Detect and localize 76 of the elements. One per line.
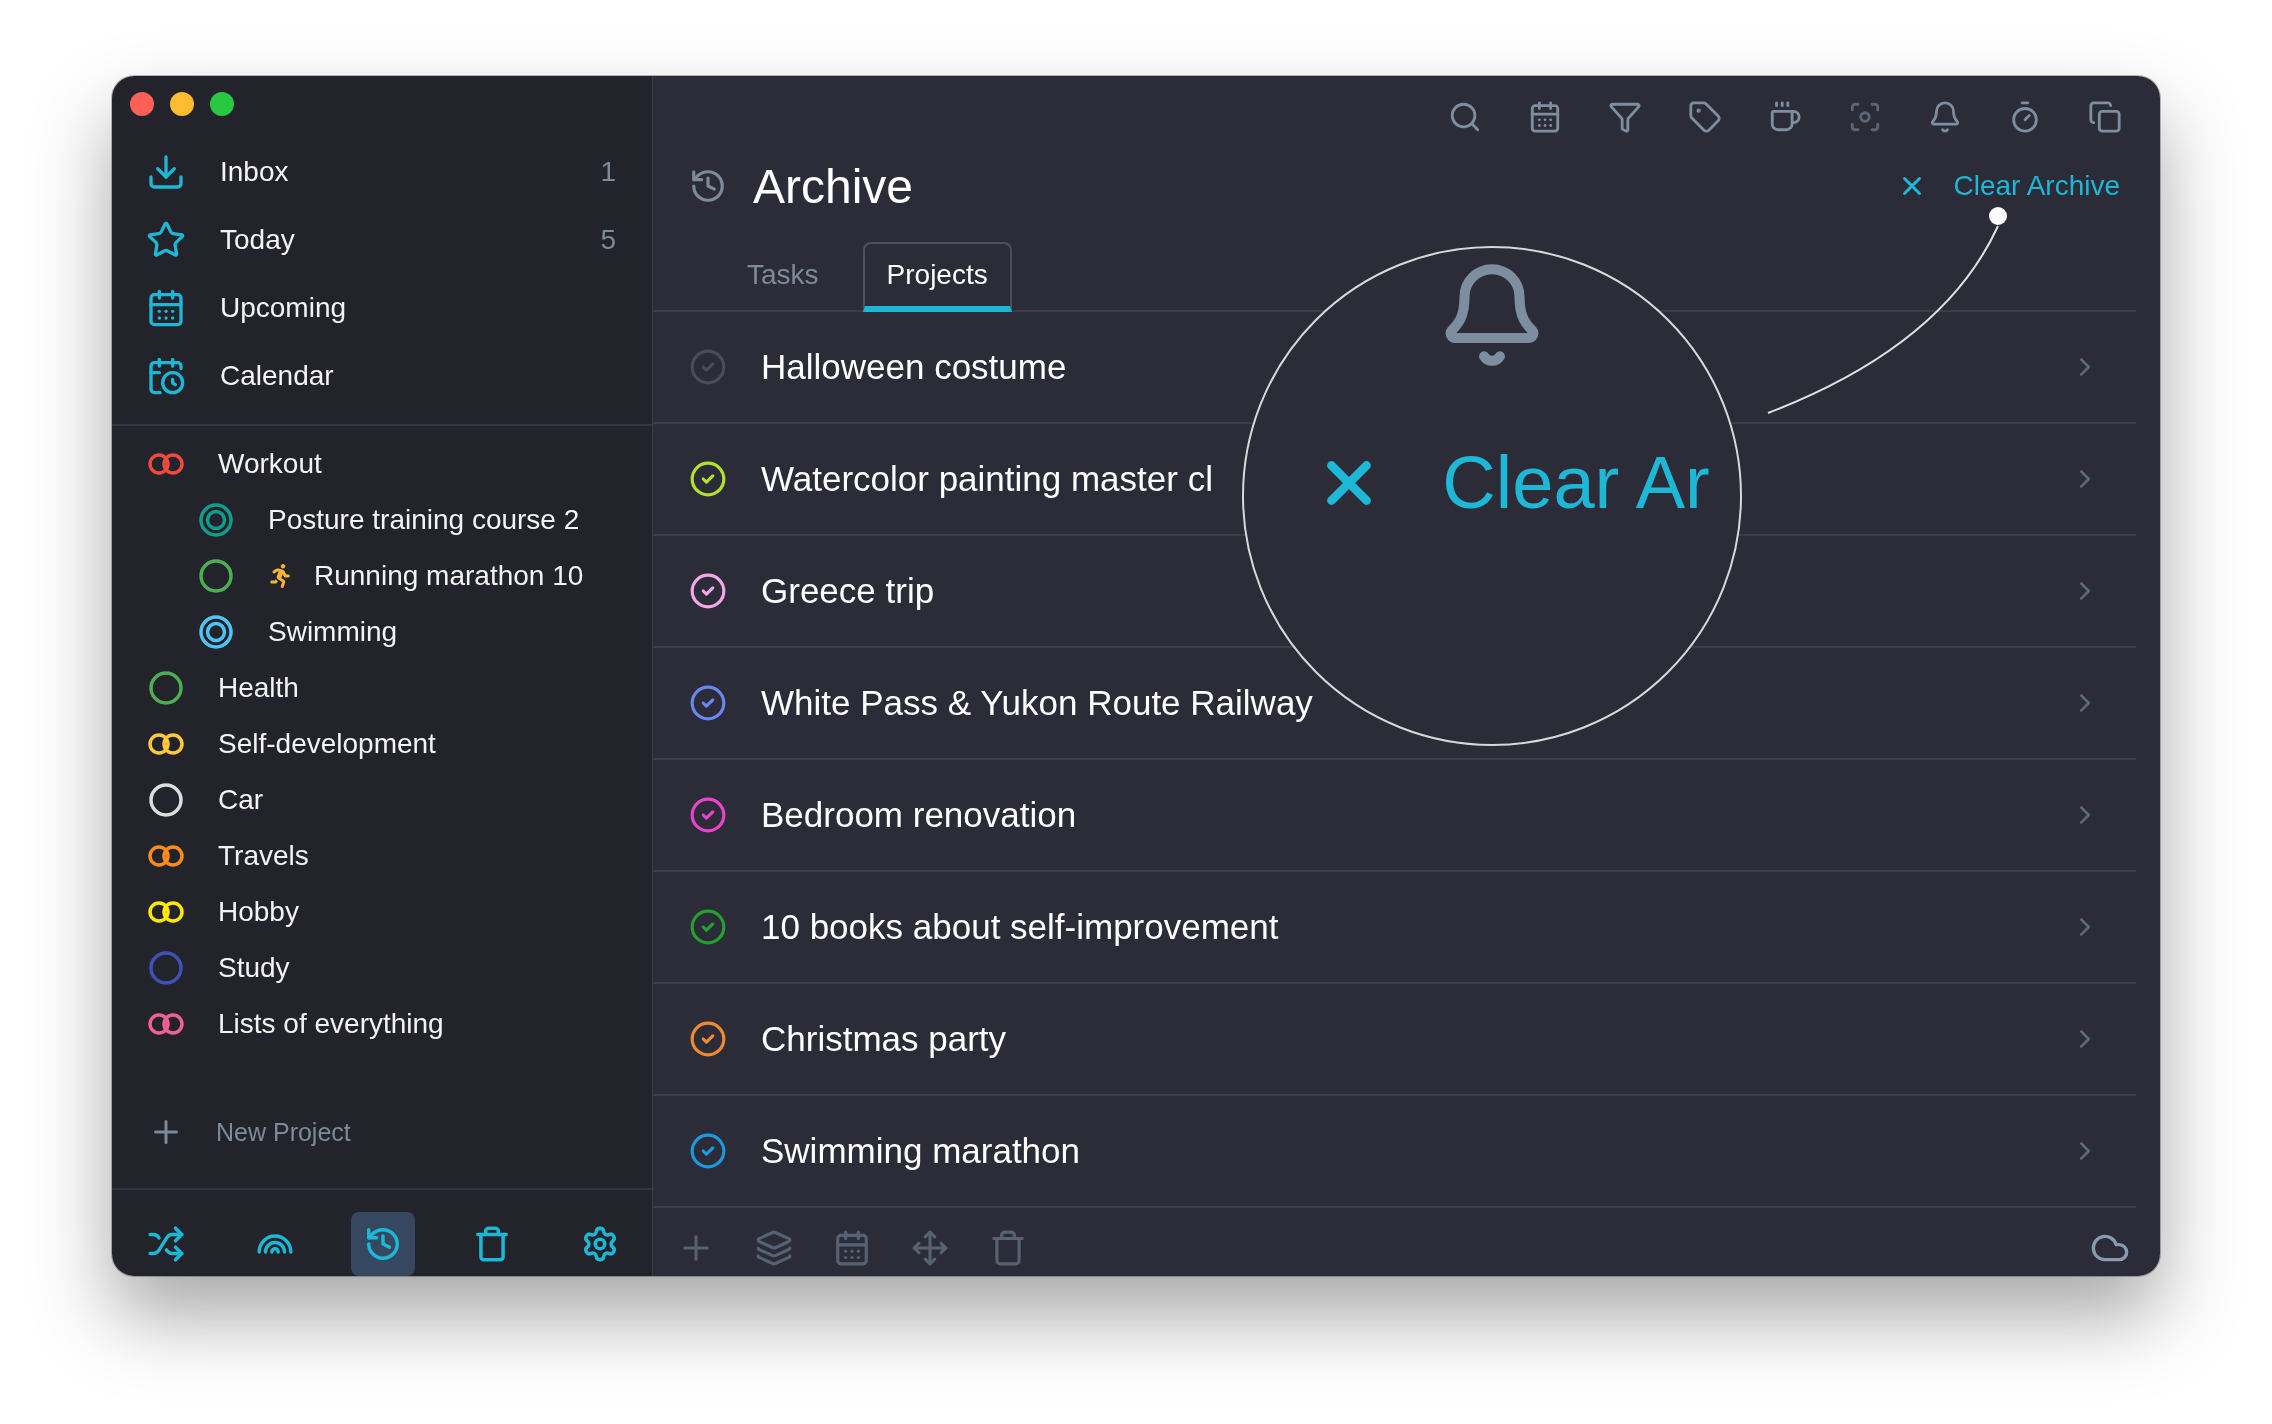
- project-name: Car: [218, 784, 264, 816]
- nav-label: Inbox: [220, 156, 289, 188]
- sidebar-tool-button[interactable]: [351, 1212, 415, 1276]
- nav-label: Upcoming: [220, 292, 347, 324]
- project-title: Christmas party: [761, 1019, 1007, 1059]
- project-row[interactable]: Christmas party: [653, 984, 2136, 1096]
- project-item[interactable]: Running marathon 10: [112, 548, 652, 604]
- project-item[interactable]: Swimming: [112, 604, 652, 660]
- project-item[interactable]: Health: [112, 660, 652, 716]
- nav-label: Calendar: [220, 360, 334, 392]
- project-name: Swimming: [268, 616, 398, 648]
- project-name: Running marathon 10: [314, 560, 584, 592]
- project-item[interactable]: Lists of everything: [112, 996, 652, 1052]
- move-icon: [911, 1229, 949, 1267]
- new-project-button[interactable]: New Project: [112, 1104, 652, 1160]
- project-title: Watercolor painting master cl: [761, 459, 1213, 499]
- nav-label: Today: [220, 224, 295, 256]
- project-title: Swimming marathon: [761, 1131, 1080, 1171]
- project-row[interactable]: 10 books about self-improvement: [653, 872, 2136, 984]
- project-item[interactable]: Hobby: [112, 884, 652, 940]
- cup-icon: [1768, 100, 1802, 134]
- project-title: 10 books about self-improvement: [761, 907, 1279, 947]
- project-name: Travels: [218, 840, 309, 872]
- window-control[interactable]: [130, 92, 154, 116]
- project-item[interactable]: Travels: [112, 828, 652, 884]
- bell-icon: [1928, 100, 1962, 134]
- layers-icon: [755, 1229, 793, 1267]
- project-title: Greece trip: [761, 571, 935, 611]
- project-row[interactable]: Swimming marathon: [653, 1096, 2136, 1208]
- shuffle-icon: [147, 1225, 185, 1263]
- project-item[interactable]: Study: [112, 940, 652, 996]
- project-name: Workout: [218, 448, 322, 480]
- history-icon: [364, 1225, 402, 1263]
- tab[interactable]: Tasks: [723, 242, 843, 312]
- window-control[interactable]: [170, 92, 194, 116]
- clear-archive-button[interactable]: Clear Archive: [1897, 170, 2120, 202]
- focus-icon: [1848, 100, 1882, 134]
- calendar-icon: [833, 1229, 871, 1267]
- tag-icon: [1688, 100, 1722, 134]
- project-item[interactable]: Self-development: [112, 716, 652, 772]
- settings-icon: [581, 1225, 619, 1263]
- nav-icon: [146, 220, 186, 260]
- item-count: 1: [600, 156, 616, 188]
- calendar-icon: [1528, 100, 1562, 134]
- tab[interactable]: Projects: [862, 242, 1012, 312]
- sidebar-item[interactable]: Today 5: [112, 206, 652, 274]
- window-control[interactable]: [210, 92, 234, 116]
- project-item[interactable]: Posture training course 2: [112, 492, 652, 548]
- project-name: Study: [218, 952, 290, 984]
- project-title: Bedroom renovation: [761, 795, 1077, 835]
- history-icon: [689, 167, 727, 205]
- new-project-label: New Project: [216, 1117, 351, 1147]
- nav-icon: [146, 356, 186, 396]
- copy-icon: [2088, 100, 2122, 134]
- nav-icon: [146, 152, 186, 192]
- project-name: Posture training course 2: [268, 504, 580, 536]
- sidebar-item[interactable]: Inbox 1: [112, 138, 652, 206]
- project-name: Hobby: [218, 896, 299, 928]
- project-name: Lists of everything: [218, 1008, 444, 1040]
- magnified-label: Clear Ar: [1442, 440, 1710, 525]
- project-row[interactable]: Bedroom renovation: [653, 760, 2136, 872]
- nav-icon: [146, 288, 186, 328]
- filter-icon: [1608, 100, 1642, 134]
- project-name: Self-development: [218, 728, 436, 760]
- project-item[interactable]: Workout: [112, 436, 652, 492]
- pointer-dot: [1989, 207, 2007, 225]
- item-count: 5: [600, 224, 616, 256]
- project-title: White Pass & Yukon Route Railway: [761, 683, 1313, 723]
- sidebar-item[interactable]: Upcoming: [112, 274, 652, 342]
- page-title: Archive: [753, 158, 914, 214]
- sidebar-item[interactable]: Calendar: [112, 342, 652, 410]
- project-title: Halloween costume: [761, 347, 1067, 387]
- search-icon: [1448, 100, 1482, 134]
- project-item[interactable]: Car: [112, 772, 652, 828]
- project-name: Health: [218, 672, 299, 704]
- trash-icon: [989, 1229, 1027, 1267]
